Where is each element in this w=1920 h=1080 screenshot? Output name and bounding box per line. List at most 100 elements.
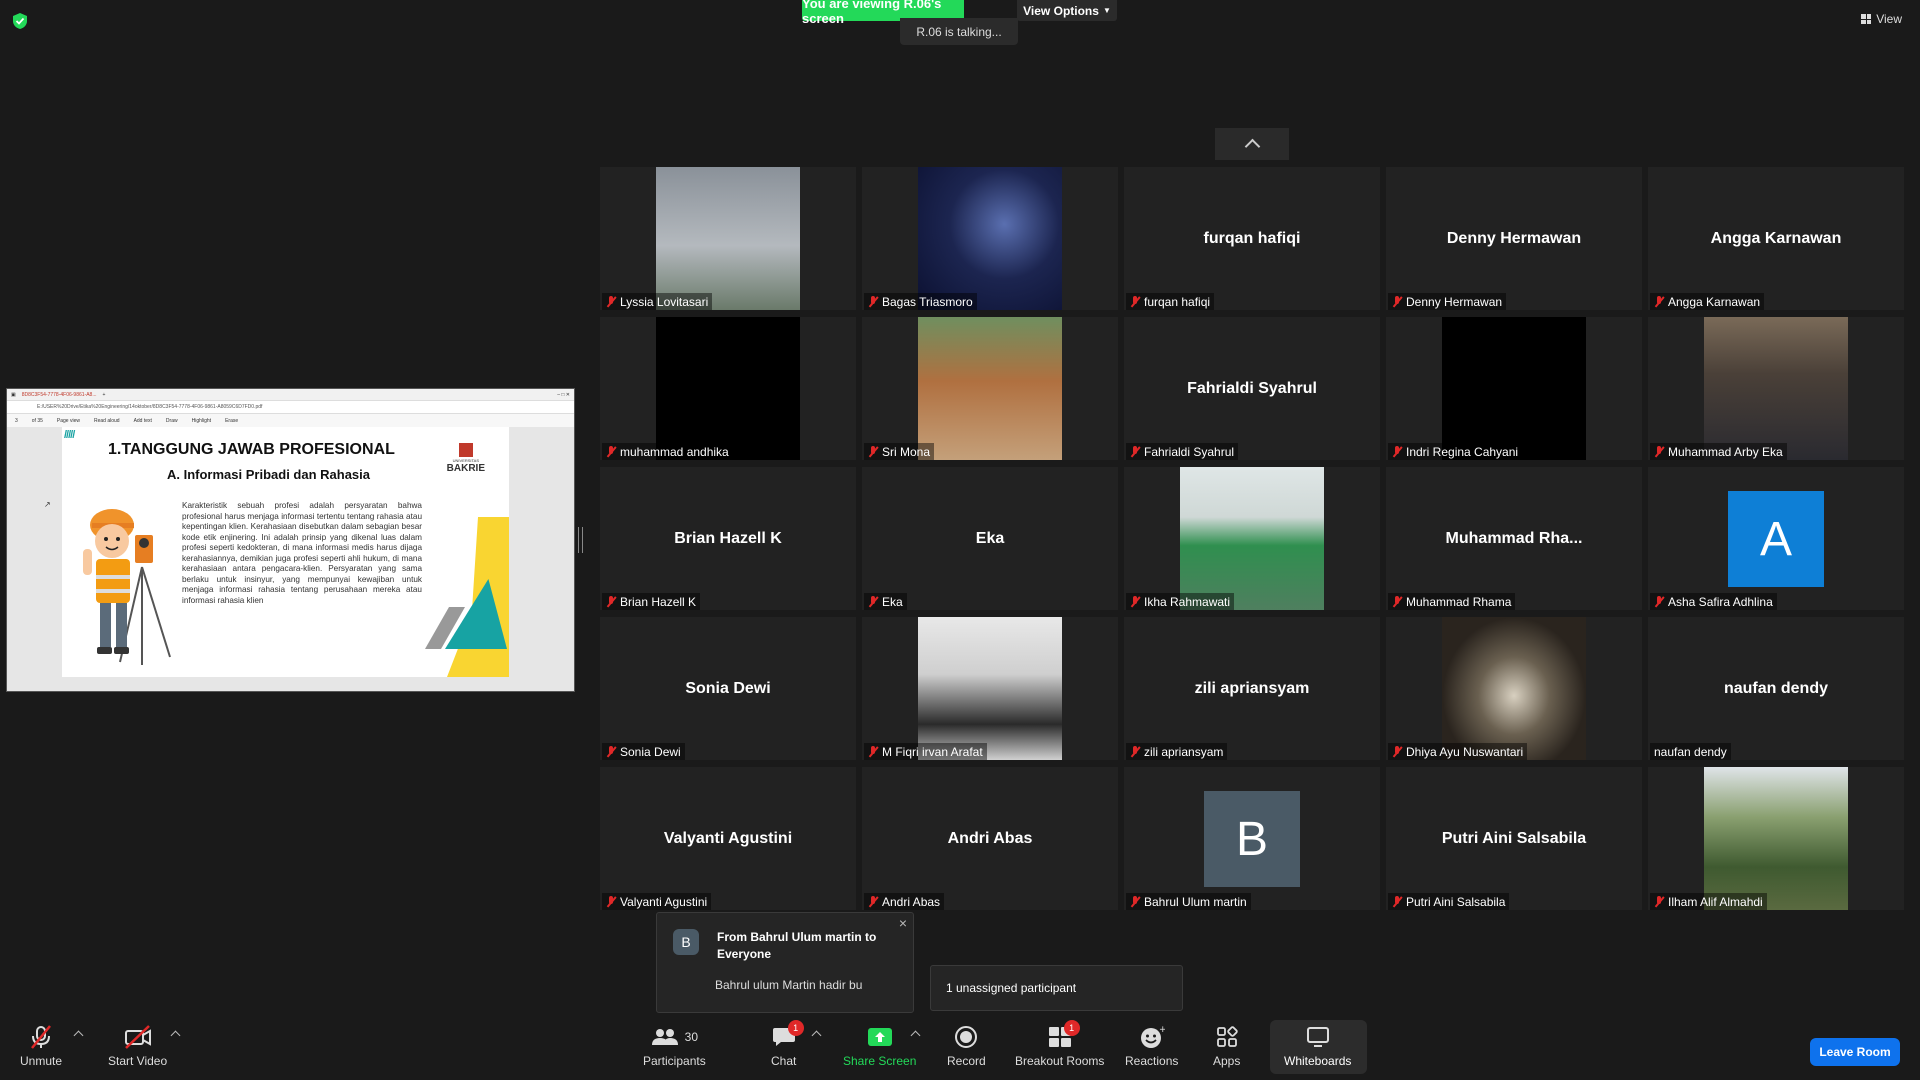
security-shield-icon[interactable] (12, 12, 28, 30)
participant-tile[interactable]: Muhammad Arby Eka (1648, 317, 1904, 460)
participant-tile[interactable]: Indri Regina Cahyani (1386, 317, 1642, 460)
view-options-button[interactable]: View Options ▼ (1017, 0, 1117, 21)
participant-tile[interactable]: Putri Aini Salsabila Putri Aini Salsabila (1386, 767, 1642, 910)
muted-mic-icon (606, 595, 616, 608)
muted-mic-icon (606, 295, 616, 308)
chat-badge: 1 (787, 1020, 804, 1036)
muted-mic-icon (1392, 295, 1402, 308)
pdf-tab-title[interactable]: 8D8C3F54-7778-4F06-9861-A8... (22, 392, 97, 398)
participant-tile[interactable]: Valyanti Agustini Valyanti Agustini (600, 767, 856, 910)
participant-tile[interactable]: A Asha Safira Adhlina (1648, 467, 1904, 610)
participant-name: Bahrul Ulum martin (1144, 894, 1247, 909)
browser-tab-bar: ▣ 8D8C3F54-7778-4F06-9861-A8... + – □ ✕ (7, 389, 574, 401)
participant-video (918, 617, 1062, 760)
start-video-button[interactable]: Start Video (108, 1024, 167, 1068)
participant-display-name: Eka (975, 529, 1005, 547)
page-number-input[interactable]: 3 (15, 418, 18, 424)
participant-name: Sri Mona (882, 444, 931, 459)
address-bar[interactable]: E:/USER%20Drive/Etika%20Engineering/14ok… (7, 401, 574, 414)
window-controls[interactable]: – □ ✕ (557, 392, 570, 398)
participant-tile[interactable]: Eka Eka (862, 467, 1118, 610)
participant-name: zili apriansyam (1144, 744, 1224, 759)
pdf-tool-highlight[interactable]: Highlight (192, 418, 211, 424)
muted-mic-icon (1654, 895, 1664, 908)
participant-name: Brian Hazell K (620, 594, 697, 609)
chat-options-caret-icon[interactable] (811, 1030, 822, 1041)
unmute-button[interactable]: Unmute (20, 1024, 62, 1068)
pdf-tool-read-aloud[interactable]: Read aloud (94, 418, 120, 424)
new-tab-icon[interactable]: + (103, 392, 106, 398)
video-off-icon (124, 1025, 151, 1049)
participant-video (918, 167, 1062, 310)
participant-tile[interactable]: naufan dendy naufan dendy (1648, 617, 1904, 760)
participant-display-name: Sonia Dewi (685, 679, 771, 697)
participant-tile[interactable]: Ikha Rahmawati (1124, 467, 1380, 610)
participant-tile[interactable]: Sri Mona (862, 317, 1118, 460)
chat-label: Chat (771, 1054, 797, 1068)
apps-icon (1216, 1026, 1238, 1047)
panel-resize-handle[interactable] (578, 527, 583, 553)
share-screen-label: Share Screen (843, 1054, 917, 1068)
video-options-caret-icon[interactable] (170, 1030, 181, 1041)
participant-tile[interactable]: M Fiqri irvan Arafat (862, 617, 1118, 760)
participants-button[interactable]: 30 Participants (643, 1024, 706, 1068)
participant-name: Dhiya Ayu Nuswantari (1406, 744, 1524, 759)
participant-tile[interactable]: B Bahrul Ulum martin (1124, 767, 1380, 910)
participant-name: muhammad andhika (620, 444, 729, 459)
participant-name-label: M Fiqri irvan Arafat (864, 743, 987, 760)
close-icon[interactable]: × (899, 915, 907, 931)
microphone-muted-icon (31, 1025, 51, 1049)
participant-name-label: Bahrul Ulum martin (1126, 893, 1251, 910)
audio-options-caret-icon[interactable] (73, 1030, 84, 1041)
participants-icon (651, 1029, 678, 1045)
record-label: Record (947, 1054, 986, 1068)
participant-avatar: A (1728, 491, 1824, 587)
participant-tile[interactable]: zili apriansyam zili apriansyam (1124, 617, 1380, 760)
participant-tile[interactable]: muhammad andhika (600, 317, 856, 460)
unmute-label: Unmute (20, 1054, 63, 1068)
muted-mic-icon (1130, 595, 1140, 608)
participant-tile[interactable]: Andri Abas Andri Abas (862, 767, 1118, 910)
pdf-tool-page-view[interactable]: Page view (57, 418, 80, 424)
participant-tile[interactable]: Lyssia Lovitasari (600, 167, 856, 310)
participant-name-label: Fahrialdi Syahrul (1126, 443, 1239, 460)
record-button[interactable]: Record (947, 1024, 986, 1068)
participant-tile[interactable]: Brian Hazell K Brian Hazell K (600, 467, 856, 610)
share-screen-button[interactable]: Share Screen (843, 1024, 916, 1068)
unassigned-participant-notice[interactable]: 1 unassigned participant (930, 965, 1183, 1011)
pdf-tool-draw[interactable]: Draw (166, 418, 178, 424)
participant-name-label: zili apriansyam (1126, 743, 1228, 760)
page-total: of 35 (31, 417, 43, 424)
participant-tile[interactable]: Fahrialdi Syahrul Fahrialdi Syahrul (1124, 317, 1380, 460)
collapse-gallery-button[interactable] (1215, 128, 1289, 160)
participant-tile[interactable]: Angga Karnawan Angga Karnawan (1648, 167, 1904, 310)
participant-tile[interactable]: Sonia Dewi Sonia Dewi (600, 617, 856, 760)
pdf-tool-erase[interactable]: Erase (225, 418, 238, 424)
participant-tile[interactable]: Ilham Alif Almahdi (1648, 767, 1904, 910)
whiteboards-button[interactable]: Whiteboards (1284, 1024, 1351, 1068)
breakout-rooms-button[interactable]: 1 Breakout Rooms (1015, 1020, 1104, 1068)
participant-tile[interactable]: furqan hafiqi furqan hafiqi (1124, 167, 1380, 310)
pdf-tool-add-text[interactable]: Add text (134, 418, 152, 424)
chat-notification[interactable]: B From Bahrul Ulum martin to Everyone Ba… (656, 912, 914, 1013)
leave-room-button[interactable]: Leave Room (1810, 1038, 1900, 1066)
muted-mic-icon (1392, 445, 1402, 458)
participant-video (918, 317, 1062, 460)
reactions-button[interactable]: + Reactions (1125, 1024, 1178, 1068)
participant-name-label: Ilham Alif Almahdi (1650, 893, 1767, 910)
apps-button[interactable]: Apps (1213, 1024, 1240, 1068)
participant-tile[interactable]: Bagas Triasmoro (862, 167, 1118, 310)
grid-view-icon (1861, 14, 1872, 24)
participant-tile[interactable]: Denny Hermawan Denny Hermawan (1386, 167, 1642, 310)
chat-button[interactable]: 1 Chat (771, 1020, 804, 1068)
shared-screen[interactable]: ▣ 8D8C3F54-7778-4F06-9861-A8... + – □ ✕ … (6, 388, 575, 692)
view-button[interactable]: View (1861, 12, 1902, 26)
participant-name: naufan dendy (1654, 744, 1727, 759)
participant-tile[interactable]: Muhammad Rha... Muhammad Rhama (1386, 467, 1642, 610)
whiteboard-icon (1306, 1027, 1329, 1047)
muted-mic-icon (868, 745, 878, 758)
participant-name-label: Muhammad Rhama (1388, 593, 1516, 610)
participant-tile[interactable]: Dhiya Ayu Nuswantari (1386, 617, 1642, 760)
participant-name-label: Angga Karnawan (1650, 293, 1765, 310)
participant-name-label: Denny Hermawan (1388, 293, 1507, 310)
